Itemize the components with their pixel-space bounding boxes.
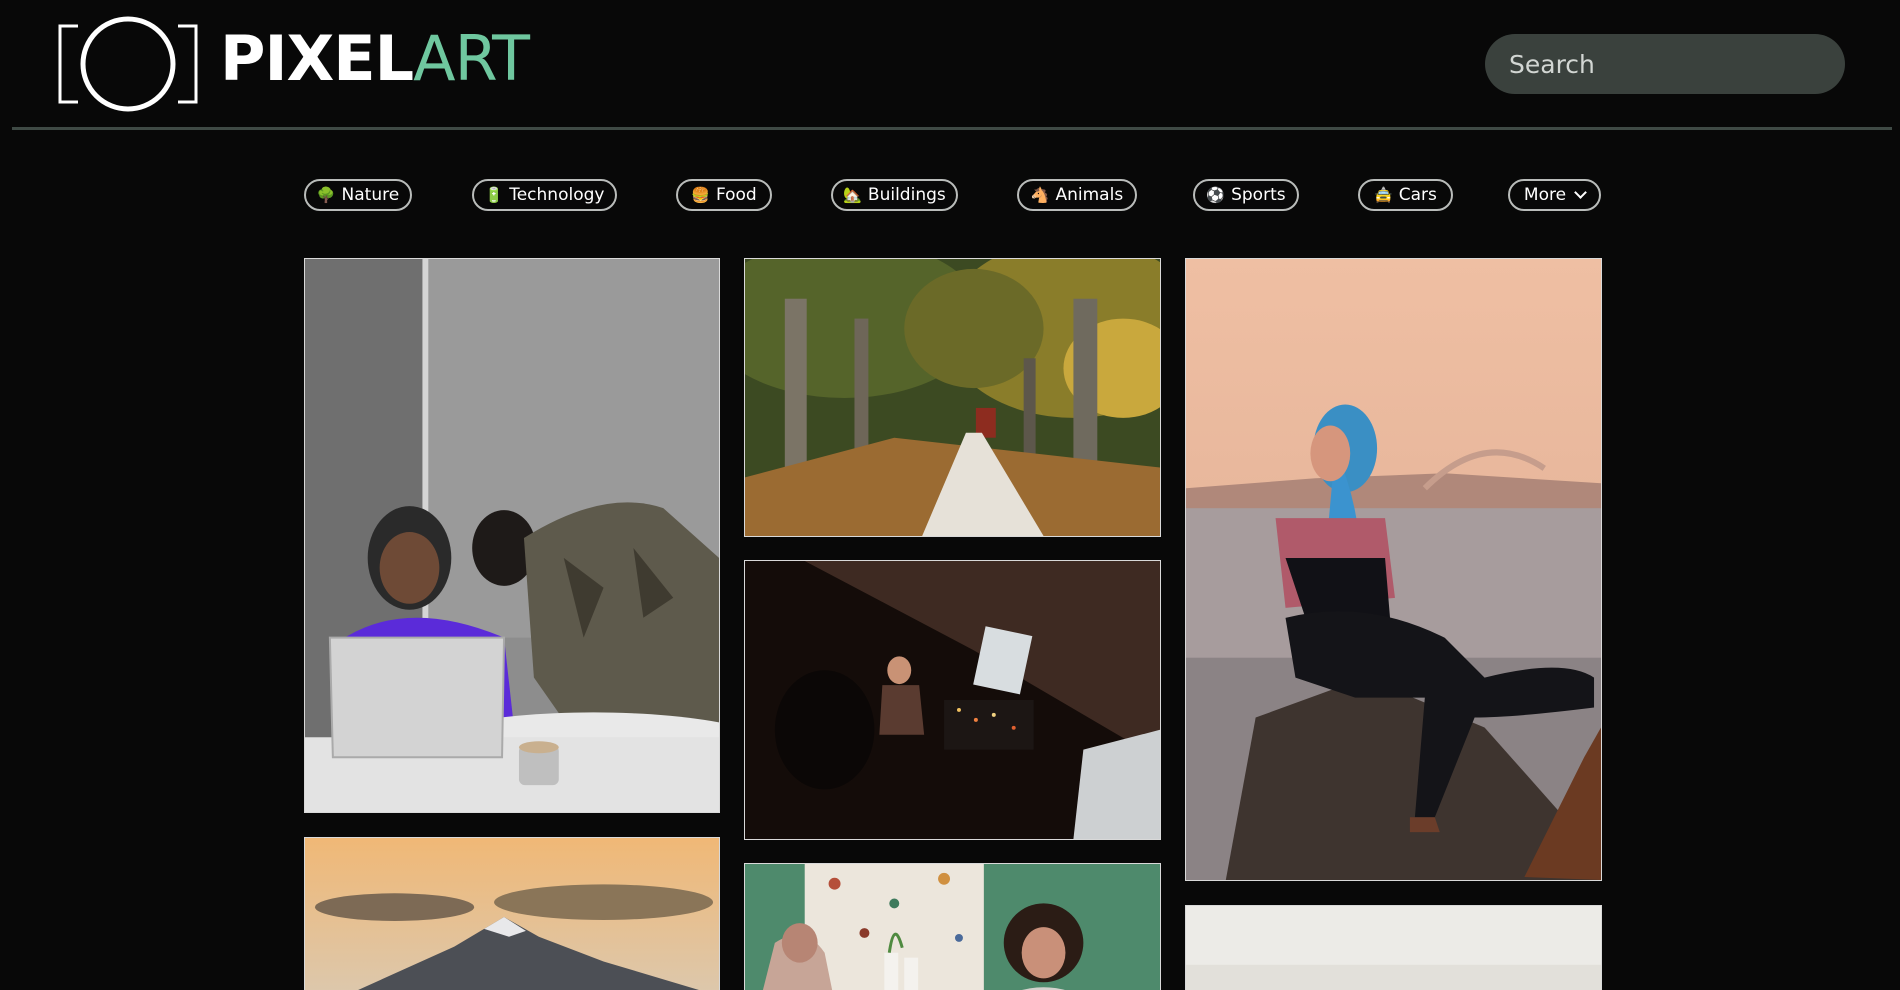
taxi-icon: 🚖 (1374, 186, 1393, 204)
photo-studio-console[interactable] (744, 560, 1161, 840)
category-label: Food (715, 185, 757, 205)
category-food[interactable]: 🍔 Food (676, 179, 772, 211)
more-label: More (1523, 185, 1567, 205)
tree-icon: 🌳 (316, 186, 336, 204)
house-icon: 🏡 (843, 186, 862, 204)
photo-autumn-road[interactable] (744, 258, 1161, 537)
category-label: Animals (1055, 185, 1124, 205)
category-bar: 🌳 Nature 🔋 Technology 🍔 Food 🏡 Buildings 🐴 An… (304, 179, 1601, 213)
burger-icon: 🍔 (691, 186, 710, 204)
brand-wordmark[interactable]: PIXELART (220, 22, 530, 95)
category-nature[interactable]: 🌳 Nature (304, 179, 412, 211)
search-input[interactable] (1485, 34, 1845, 94)
brand-light: ART (413, 22, 530, 95)
photo-mountain[interactable] (304, 837, 720, 990)
soccer-ball-icon: ⚽ (1206, 186, 1226, 204)
photo-pale-sky[interactable] (1185, 905, 1602, 990)
category-buildings[interactable]: 🏡 Buildings (831, 179, 958, 211)
category-label: Technology (509, 185, 605, 205)
category-animals[interactable]: 🐴 Animals (1017, 179, 1137, 211)
logo-icon[interactable] (58, 14, 198, 114)
category-sports[interactable]: ⚽ Sports (1193, 179, 1299, 211)
brand-bold: PIXEL (220, 22, 414, 95)
chevron-down-icon (1574, 186, 1587, 199)
category-label: Sports (1231, 185, 1286, 205)
more-dropdown[interactable]: More (1508, 179, 1601, 211)
category-label: Nature (341, 185, 400, 205)
photo-women-table[interactable] (744, 863, 1161, 990)
category-label: Cars (1398, 185, 1437, 205)
photo-blue-hair-woman[interactable] (1185, 258, 1602, 881)
category-technology[interactable]: 🔋 Technology (472, 179, 617, 211)
battery-icon: 🔋 (484, 186, 504, 204)
category-label: Buildings (867, 185, 946, 205)
category-cars[interactable]: 🚖 Cars (1358, 179, 1453, 211)
horse-icon: 🐴 (1030, 186, 1050, 204)
site-header: PIXELART (0, 0, 1900, 130)
photo-couple-laptop[interactable] (304, 258, 720, 813)
header-divider (12, 127, 1892, 130)
